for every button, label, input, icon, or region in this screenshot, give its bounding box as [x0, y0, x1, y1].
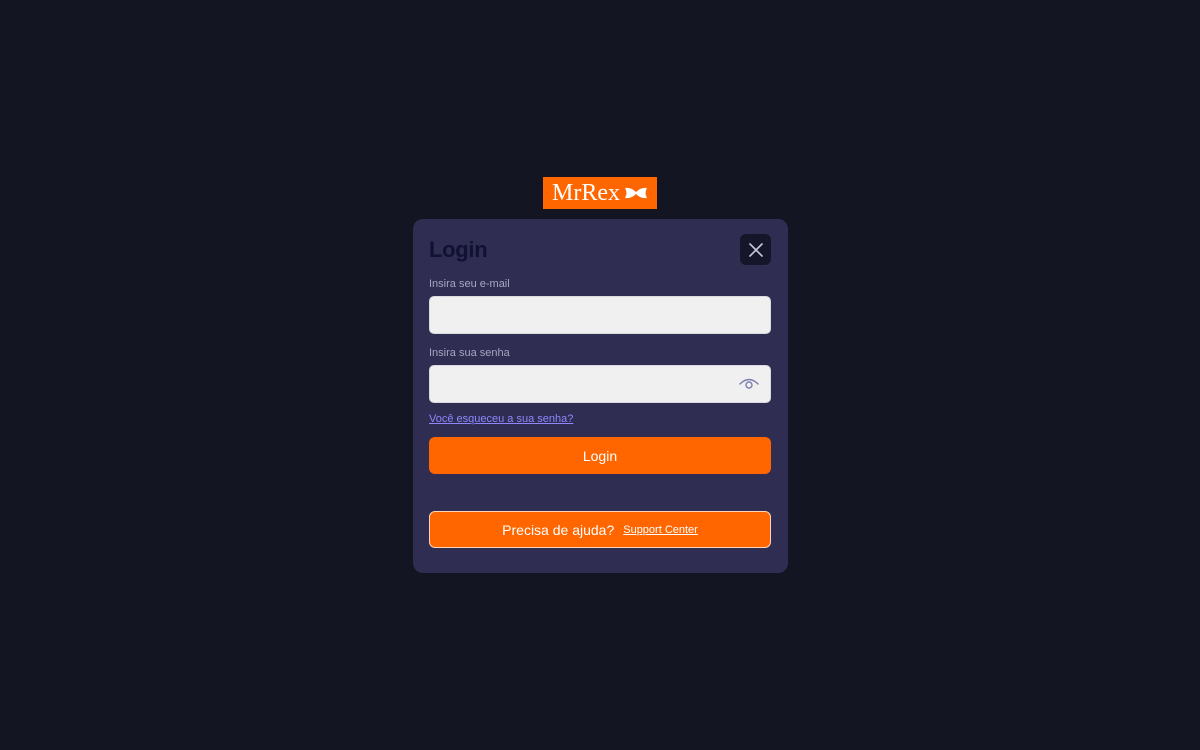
brand-logo[interactable]: MrRex	[543, 177, 657, 209]
login-modal: Login Insira seu e-mail Insira sua senha…	[413, 219, 788, 573]
login-button[interactable]: Login	[429, 437, 771, 474]
password-label: Insira sua senha	[429, 347, 510, 359]
eye-icon	[739, 378, 759, 389]
email-label: Insira seu e-mail	[429, 278, 510, 290]
email-field-wrapper	[429, 296, 771, 334]
password-input[interactable]	[430, 366, 770, 402]
forgot-password-link[interactable]: Você esqueceu a sua senha?	[429, 413, 573, 425]
support-center-link[interactable]: Support Center	[623, 524, 698, 536]
bowtie-icon	[625, 187, 647, 199]
close-icon	[748, 242, 763, 257]
login-page: MrRex Login Insira seu e-mail Insira sua…	[0, 0, 1200, 750]
help-box: Precisa de ajuda? Support Center	[429, 511, 771, 548]
brand-logo-text: MrRex	[552, 180, 620, 206]
email-input[interactable]	[430, 297, 770, 333]
password-field-wrapper	[429, 365, 771, 403]
show-password-button[interactable]	[738, 374, 760, 394]
help-text: Precisa de ajuda?	[502, 521, 615, 538]
close-button[interactable]	[740, 234, 771, 265]
modal-title: Login	[429, 237, 488, 262]
